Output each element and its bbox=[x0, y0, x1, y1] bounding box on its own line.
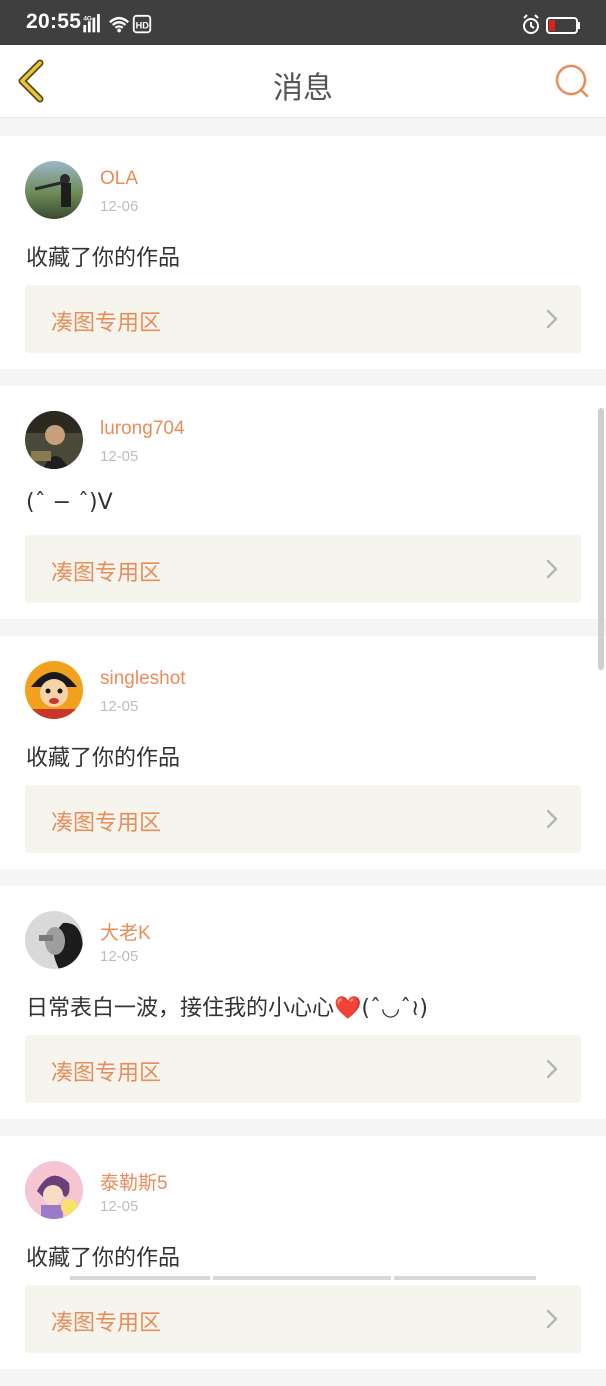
chevron-right-icon bbox=[546, 809, 558, 829]
username[interactable]: singleshot bbox=[100, 668, 186, 690]
work-link[interactable]: 凑图专用区 bbox=[25, 285, 581, 353]
message-card: 大老K 12-05 日常表白一波，接住我的小心心❤️(ˆ◡ˆ≀) 凑图专用区 bbox=[0, 886, 606, 1119]
network-badge: 4G bbox=[83, 15, 92, 22]
chevron-right-icon bbox=[546, 1309, 558, 1329]
work-link[interactable]: 凑图专用区 bbox=[25, 1035, 581, 1103]
message-date: 12-05 bbox=[100, 948, 139, 965]
message-card: OLA 12-06 收藏了你的作品 凑图专用区 bbox=[0, 136, 606, 369]
avatar[interactable] bbox=[25, 661, 83, 719]
work-link-label: 凑图专用区 bbox=[51, 311, 162, 336]
message-date: 12-05 bbox=[100, 1198, 139, 1215]
work-link-label: 凑图专用区 bbox=[51, 561, 162, 586]
work-link-label: 凑图专用区 bbox=[51, 1061, 162, 1086]
status-right-icons bbox=[523, 14, 580, 34]
message-card: lurong704 12-05 (ˆ − ˆ)V 凑图专用区 bbox=[0, 386, 606, 619]
status-time: 20:55 bbox=[26, 10, 82, 33]
scrollbar[interactable] bbox=[598, 408, 604, 670]
hd-badge: HD bbox=[136, 21, 150, 31]
username[interactable]: 泰勒斯5 bbox=[100, 1168, 168, 1195]
chevron-right-icon bbox=[546, 309, 558, 329]
signal-wifi-icons: 4G HD bbox=[83, 14, 152, 34]
message-text: 日常表白一波，接住我的小心心❤️(ˆ◡ˆ≀) bbox=[26, 996, 429, 1021]
message-date: 12-06 bbox=[100, 198, 139, 215]
chevron-right-icon bbox=[546, 559, 558, 579]
message-text: 收藏了你的作品 bbox=[26, 246, 181, 271]
status-bar: 20:55 4G HD bbox=[0, 0, 606, 45]
username[interactable]: lurong704 bbox=[100, 418, 185, 440]
message-text: (ˆ − ˆ)V bbox=[26, 490, 113, 515]
work-link[interactable]: 凑图专用区 bbox=[25, 785, 581, 853]
message-card: 泰勒斯5 12-05 收藏了你的作品 凑图专用区 bbox=[0, 1136, 606, 1369]
avatar[interactable] bbox=[25, 161, 83, 219]
work-link-label: 凑图专用区 bbox=[51, 811, 162, 836]
bottom-indicator bbox=[70, 1276, 536, 1280]
chevron-right-icon bbox=[546, 1059, 558, 1079]
search-icon[interactable] bbox=[552, 61, 592, 101]
wifi-icon bbox=[109, 16, 130, 29]
avatar[interactable] bbox=[25, 411, 83, 469]
top-nav-bar: 消息 bbox=[0, 45, 606, 118]
work-link[interactable]: 凑图专用区 bbox=[25, 1285, 581, 1353]
message-text: 收藏了你的作品 bbox=[26, 746, 181, 771]
message-list: OLA 12-06 收藏了你的作品 凑图专用区 lurong704 12-05 … bbox=[0, 136, 606, 1386]
alarm-icon bbox=[523, 14, 539, 34]
message-card: singleshot 12-05 收藏了你的作品 凑图专用区 bbox=[0, 636, 606, 869]
message-text: 收藏了你的作品 bbox=[26, 1246, 181, 1271]
username[interactable]: OLA bbox=[100, 168, 138, 190]
message-date: 12-05 bbox=[100, 448, 139, 465]
work-link-label: 凑图专用区 bbox=[51, 1311, 162, 1336]
username[interactable]: 大老K bbox=[100, 918, 151, 945]
avatar[interactable] bbox=[25, 911, 83, 969]
avatar[interactable] bbox=[25, 1161, 83, 1219]
battery-icon bbox=[546, 17, 580, 34]
page-title: 消息 bbox=[273, 71, 333, 106]
work-link[interactable]: 凑图专用区 bbox=[25, 535, 581, 603]
message-date: 12-05 bbox=[100, 698, 139, 715]
